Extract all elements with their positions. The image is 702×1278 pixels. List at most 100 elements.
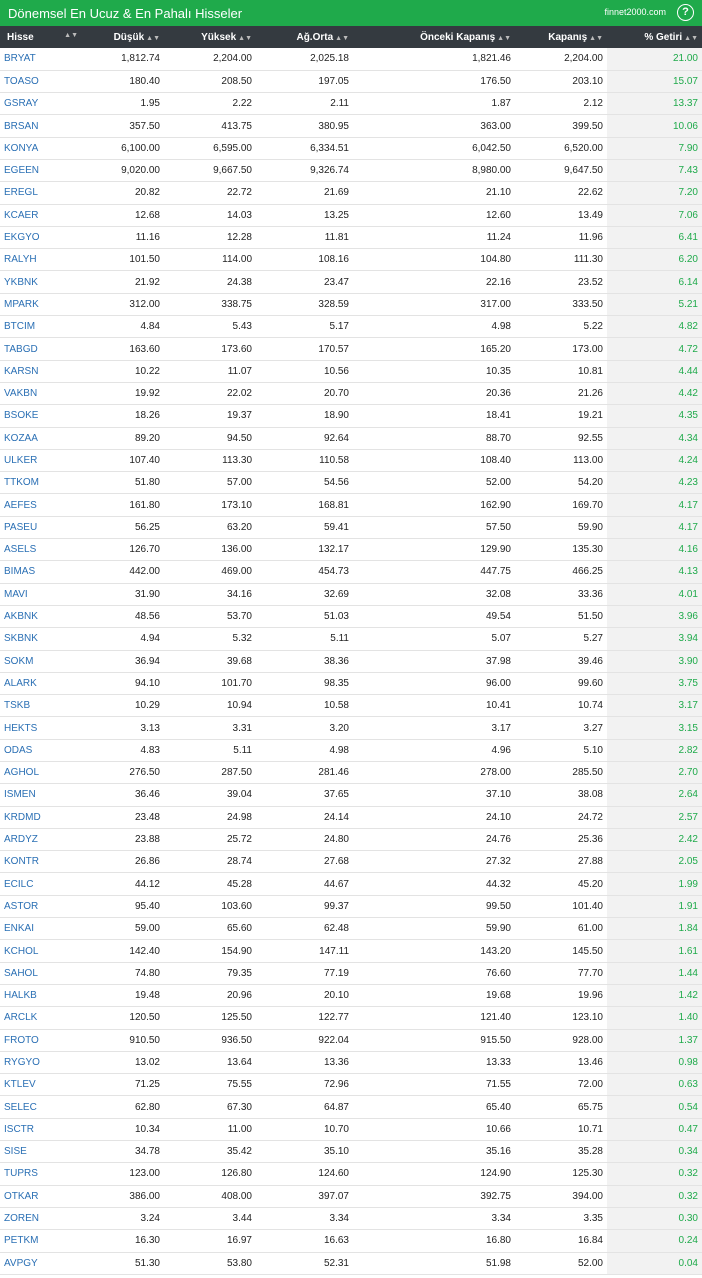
cell-symbol[interactable]: KTLEV	[0, 1073, 82, 1097]
cell-symbol[interactable]: OTKAR	[0, 1185, 82, 1208]
cell-symbol[interactable]: KONYA	[0, 137, 82, 160]
table-row[interactable]: SOKM 36.94 39.68 38.36 37.98 39.46 3.90	[0, 650, 702, 673]
table-row[interactable]: SKBNK 4.94 5.32 5.11 5.07 5.27 3.94	[0, 627, 702, 651]
cell-symbol[interactable]: TABGD	[0, 337, 82, 361]
table-row[interactable]: RALYH 101.50 114.00 108.16 104.80 111.30 6.20	[0, 248, 702, 272]
sort-icon[interactable]: ▲▼	[335, 35, 349, 42]
cell-symbol[interactable]: PASEU	[0, 516, 82, 540]
sort-icon[interactable]: ▲▼	[64, 32, 78, 39]
cell-symbol[interactable]: ISCTR	[0, 1118, 82, 1142]
sort-icon[interactable]: ▲▼	[146, 35, 160, 42]
table-row[interactable]: ULKER 107.40 113.30 110.58 108.40 113.00 4.24	[0, 449, 702, 473]
cell-symbol[interactable]: KRDMD	[0, 806, 82, 829]
table-row[interactable]: ISCTR 10.34 11.00 10.70 10.66 10.71 0.47	[0, 1118, 702, 1142]
table-row[interactable]: SISE 34.78 35.42 35.10 35.16 35.28 0.34	[0, 1140, 702, 1164]
cell-symbol[interactable]: KCAER	[0, 204, 82, 227]
cell-symbol[interactable]: SKBNK	[0, 627, 82, 651]
table-row[interactable]: GSRAY 1.95 2.22 2.11 1.87 2.12 13.37	[0, 92, 702, 116]
table-row[interactable]: KCAER 12.68 14.03 13.25 12.60 13.49 7.06	[0, 204, 702, 227]
cell-symbol[interactable]: EKGYO	[0, 226, 82, 250]
cell-symbol[interactable]: GSRAY	[0, 92, 82, 116]
table-row[interactable]: ODAS 4.83 5.11 4.98 4.96 5.10 2.82	[0, 739, 702, 763]
cell-symbol[interactable]: ODAS	[0, 739, 82, 763]
cell-symbol[interactable]: ULKER	[0, 449, 82, 473]
cell-symbol[interactable]: BRYAT	[0, 48, 82, 71]
cell-symbol[interactable]: ISMEN	[0, 783, 82, 807]
table-row[interactable]: KCHOL 142.40 154.90 147.11 143.20 145.50 1.61	[0, 939, 702, 963]
col-ag-orta[interactable]: Ağ.Orta ▲▼	[256, 26, 353, 48]
cell-symbol[interactable]: AVPGY	[0, 1252, 82, 1275]
cell-symbol[interactable]: SISE	[0, 1140, 82, 1164]
cell-symbol[interactable]: KCHOL	[0, 939, 82, 963]
table-row[interactable]: RYGYO 13.02 13.64 13.36 13.33 13.46 0.98	[0, 1051, 702, 1075]
col-onceki-kapanis[interactable]: Önceki Kapanış ▲▼	[353, 26, 515, 48]
cell-symbol[interactable]: ARDYZ	[0, 828, 82, 852]
cell-symbol[interactable]: BTCIM	[0, 315, 82, 339]
table-row[interactable]: TOASO 180.40 208.50 197.05 176.50 203.10 15.07	[0, 70, 702, 94]
cell-symbol[interactable]: RYGYO	[0, 1051, 82, 1075]
cell-symbol[interactable]: ARCLK	[0, 1006, 82, 1030]
table-row[interactable]: AKBNK 48.56 53.70 51.03 49.54 51.50 3.96	[0, 605, 702, 629]
table-row[interactable]: BIMAS 442.00 469.00 454.73 447.75 466.25 4.13	[0, 560, 702, 584]
sort-icon[interactable]: ▲▼	[238, 35, 252, 42]
table-row[interactable]: HALKB 19.48 20.96 20.10 19.68 19.96 1.42	[0, 984, 702, 1008]
cell-symbol[interactable]: ASELS	[0, 538, 82, 562]
cell-symbol[interactable]: TOASO	[0, 70, 82, 94]
cell-symbol[interactable]: KARSN	[0, 360, 82, 383]
cell-symbol[interactable]: YKBNK	[0, 270, 82, 294]
table-row[interactable]: KONTR 26.86 28.74 27.68 27.32 27.88 2.05	[0, 850, 702, 874]
table-row[interactable]: ZOREN 3.24 3.44 3.34 3.34 3.35 0.30	[0, 1207, 702, 1231]
table-row[interactable]: ASTOR 95.40 103.60 99.37 99.50 101.40 1.91	[0, 895, 702, 919]
sort-icon[interactable]: ▲▼	[589, 35, 603, 42]
cell-symbol[interactable]: SAHOL	[0, 962, 82, 985]
table-row[interactable]: ALARK 94.10 101.70 98.35 96.00 99.60 3.75	[0, 672, 702, 696]
table-row[interactable]: KOZAA 89.20 94.50 92.64 88.70 92.55 4.34	[0, 427, 702, 450]
table-row[interactable]: AVPGY 51.30 53.80 52.31 51.98 52.00 0.04	[0, 1252, 702, 1275]
table-row[interactable]: BTCIM 4.84 5.43 5.17 4.98 5.22 4.82	[0, 315, 702, 339]
table-row[interactable]: PASEU 56.25 63.20 59.41 57.50 59.90 4.17	[0, 516, 702, 540]
cell-symbol[interactable]: FROTO	[0, 1029, 82, 1052]
table-row[interactable]: ECILC 44.12 45.28 44.67 44.32 45.20 1.99	[0, 872, 702, 896]
table-row[interactable]: TSKB 10.29 10.94 10.58 10.41 10.74 3.17	[0, 694, 702, 718]
cell-symbol[interactable]: AGHOL	[0, 761, 82, 785]
table-row[interactable]: KTLEV 71.25 75.55 72.96 71.55 72.00 0.63	[0, 1073, 702, 1097]
cell-symbol[interactable]: RALYH	[0, 248, 82, 272]
table-row[interactable]: TTKOM 51.80 57.00 54.56 52.00 54.20 4.23	[0, 471, 702, 495]
table-row[interactable]: AGHOL 276.50 287.50 281.46 278.00 285.50 2.70	[0, 761, 702, 785]
cell-symbol[interactable]: VAKBN	[0, 382, 82, 406]
table-row[interactable]: ASELS 126.70 136.00 132.17 129.90 135.30 4.16	[0, 538, 702, 562]
col-dusuk[interactable]: Düşük ▲▼	[82, 26, 164, 48]
table-row[interactable]: EGEEN 9,020.00 9,667.50 9,326.74 8,980.00 9,6…	[0, 159, 702, 183]
table-row[interactable]: HEKTS 3.13 3.31 3.20 3.17 3.27 3.15	[0, 716, 702, 740]
cell-symbol[interactable]: ENKAI	[0, 917, 82, 941]
table-row[interactable]: VAKBN 19.92 22.02 20.70 20.36 21.26 4.42	[0, 382, 702, 406]
cell-symbol[interactable]: BIMAS	[0, 560, 82, 584]
cell-symbol[interactable]: ECILC	[0, 872, 82, 896]
cell-symbol[interactable]: HALKB	[0, 984, 82, 1008]
table-row[interactable]: ENKAI 59.00 65.60 62.48 59.90 61.00 1.84	[0, 917, 702, 941]
table-row[interactable]: BSOKE 18.26 19.37 18.90 18.41 19.21 4.35	[0, 404, 702, 428]
brand-label[interactable]: finnet2000.com	[604, 7, 666, 17]
col-yuksek[interactable]: Yüksek ▲▼	[164, 26, 256, 48]
cell-symbol[interactable]: KONTR	[0, 850, 82, 874]
table-row[interactable]: BRSAN 357.50 413.75 380.95 363.00 399.50 10.06	[0, 114, 702, 138]
table-row[interactable]: ARCLK 120.50 125.50 122.77 121.40 123.10 1.40	[0, 1006, 702, 1030]
table-row[interactable]: TABGD 163.60 173.60 170.57 165.20 173.00 4.72	[0, 337, 702, 361]
help-icon[interactable]: ?	[677, 4, 694, 21]
table-row[interactable]: PETKM 16.30 16.97 16.63 16.80 16.84 0.24	[0, 1229, 702, 1253]
cell-symbol[interactable]: BSOKE	[0, 404, 82, 428]
sort-icon[interactable]: ▲▼	[497, 35, 511, 42]
col-hisse[interactable]: Hisse ▲▼	[0, 26, 82, 48]
cell-symbol[interactable]: ZOREN	[0, 1207, 82, 1231]
cell-symbol[interactable]: EREGL	[0, 181, 82, 205]
table-row[interactable]: ISMEN 36.46 39.04 37.65 37.10 38.08 2.64	[0, 783, 702, 807]
cell-symbol[interactable]: TSKB	[0, 694, 82, 718]
cell-symbol[interactable]: SOKM	[0, 650, 82, 673]
cell-symbol[interactable]: EGEEN	[0, 159, 82, 183]
cell-symbol[interactable]: AKBNK	[0, 605, 82, 629]
table-row[interactable]: MAVI 31.90 34.16 32.69 32.08 33.36 4.01	[0, 583, 702, 606]
cell-symbol[interactable]: KOZAA	[0, 427, 82, 450]
cell-symbol[interactable]: AEFES	[0, 493, 82, 517]
table-row[interactable]: AEFES 161.80 173.10 168.81 162.90 169.70 4.17	[0, 493, 702, 517]
cell-symbol[interactable]: SELEC	[0, 1095, 82, 1119]
